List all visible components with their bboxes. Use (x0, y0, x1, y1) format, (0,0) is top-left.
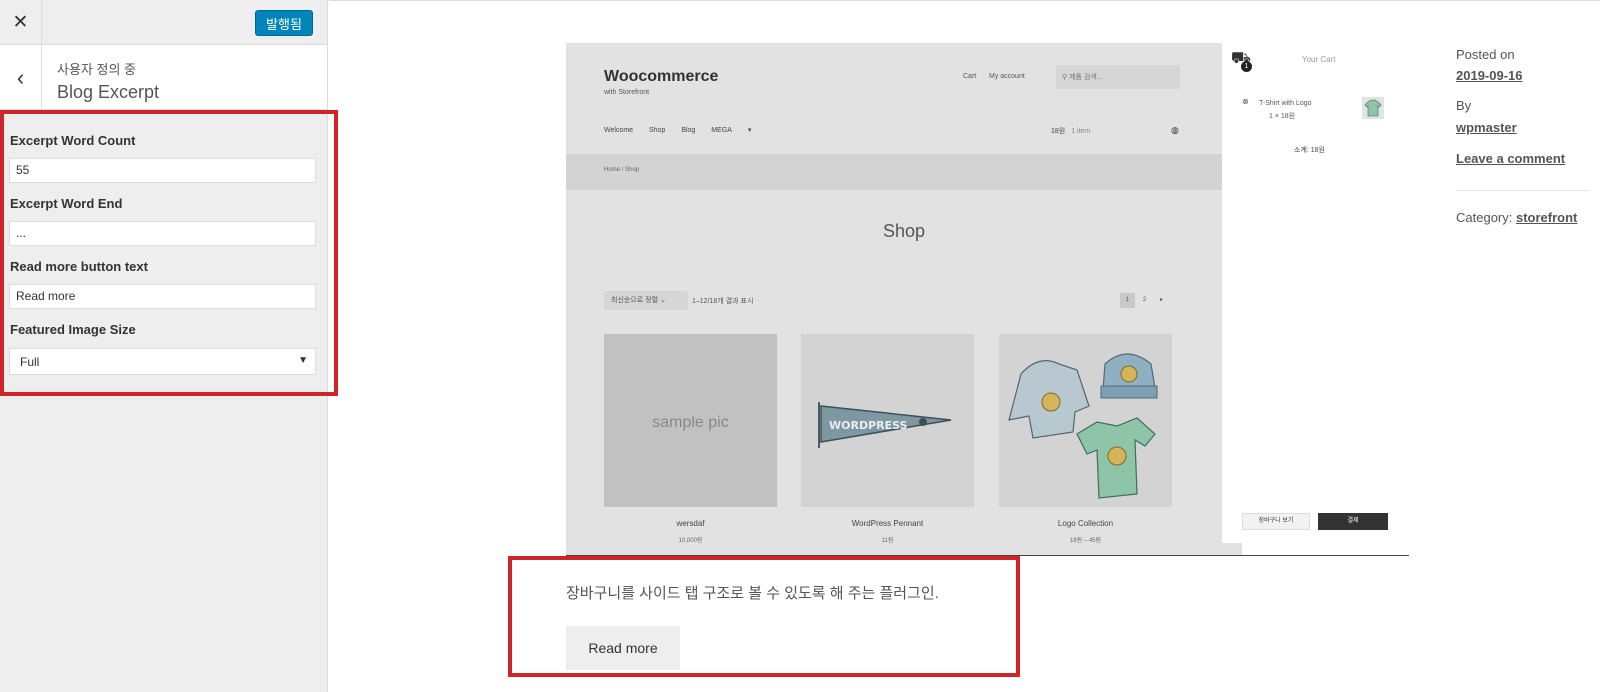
basket-icon: ◍ (1171, 125, 1179, 135)
cart-badge: 1 (1241, 61, 1252, 72)
pennant-illustration: WORDPRESS (818, 402, 952, 448)
publish-button[interactable]: 발행됨 (255, 10, 313, 36)
product-name-wersdaf: wersdaf (676, 519, 705, 528)
page-next: ▸ (1159, 297, 1163, 303)
nav-item-blog: Blog (681, 127, 696, 134)
result-count: 1–12/18개 결과 표시 (692, 298, 754, 305)
tshirt-icon (1364, 99, 1382, 117)
product-price-pennant: 11원 (881, 538, 894, 544)
section-title: Blog Excerpt (57, 82, 160, 102)
product-image-pennant: WORDPRESS (801, 334, 974, 507)
sample-pic-text: sample pic (652, 414, 729, 431)
site-nav: Welcome Shop Blog MEGA ▾ (604, 126, 765, 134)
product-name-pennant: WordPress Pennant (851, 519, 924, 528)
sort-label: 최신순으로 정렬 (611, 297, 659, 304)
remove-item-icon: ⊗ (1242, 97, 1249, 106)
chevron-left-icon[interactable]: ‹ (0, 45, 42, 110)
product-image-logo-collection (999, 334, 1172, 507)
close-icon[interactable]: ✕ (0, 0, 42, 45)
header-link-cart: Cart (963, 73, 977, 80)
category-label: Category: (1456, 210, 1516, 225)
nav-item-welcome: Welcome (604, 127, 634, 134)
product-image-wersdaf: sample pic (604, 334, 777, 507)
site-title: Woocommerce (604, 68, 719, 85)
posted-on-label: Posted on (1456, 47, 1515, 62)
product-price-wersdaf: 10,000원 (678, 538, 703, 544)
category-link[interactable]: storefront (1516, 210, 1577, 225)
header-cart-total: 18원 1 item (1051, 126, 1090, 136)
checkout-button: 결제 (1318, 513, 1388, 530)
by-label: By (1456, 98, 1472, 113)
tshirt-thumbnail (1362, 97, 1384, 119)
preview-top-border (329, 0, 1600, 1)
side-cart-panel: ⛟ 1 Your Cart ⊗ T-Shirt with Logo 1 × 18… (1222, 43, 1394, 543)
cart-total-amount: 18원 (1051, 128, 1066, 135)
logo-collection-illustration (1008, 353, 1158, 499)
breadcrumb-bar: Home / Shop (566, 154, 1242, 190)
customizer-header: ✕ 발행됨 (0, 0, 327, 45)
section-subtitle: 사용자 정의 중 (57, 62, 136, 77)
post-category: Category: storefront (1456, 210, 1577, 225)
nav-item-shop: Shop (649, 127, 666, 134)
side-cart-item: T-Shirt with Logo 1 × 18원 (1259, 97, 1312, 123)
shop-page-title: Shop (882, 221, 926, 241)
meta-divider (1456, 190, 1590, 191)
search-icon: ⚲ (1062, 74, 1068, 81)
cart-item-count: 1 item (1071, 128, 1091, 135)
site-tagline: with Storefront (604, 89, 650, 96)
nav-item-mega: MEGA ▾ (711, 127, 752, 134)
side-cart-title: Your Cart (1302, 55, 1336, 64)
author-link[interactable]: wpmaster (1456, 120, 1517, 135)
view-cart-button: 장바구니 보기 (1242, 513, 1310, 530)
side-cart-item-name: T-Shirt with Logo (1259, 100, 1312, 107)
product-name-logo-collection: Logo Collection (1057, 519, 1114, 528)
pagination: 1 2 ▸ (1120, 293, 1171, 308)
featured-image: Woocommerce with Storefront Cart My acco… (566, 43, 1242, 556)
search-input: ⚲ 제품 검색... (1056, 65, 1180, 89)
search-placeholder: 제품 검색... (1069, 74, 1103, 81)
post-date-link[interactable]: 2019-09-16 (1456, 68, 1523, 83)
page-1: 1 (1120, 293, 1135, 308)
breadcrumb: Home / Shop (604, 167, 640, 173)
page-2: 2 (1142, 297, 1147, 303)
product-price-logo-collection: 18원 – 45원 (1069, 538, 1102, 544)
svg-text:WORDPRESS: WORDPRESS (829, 419, 908, 432)
section-header: ‹ 사용자 정의 중 Blog Excerpt (0, 45, 327, 110)
highlight-box-excerpt (508, 556, 1020, 677)
highlight-box-settings (0, 110, 338, 396)
sort-select: 최신순으로 정렬 ⌄ (604, 291, 688, 310)
side-cart-item-qty: 1 × 18원 (1269, 113, 1296, 120)
side-cart-subtotal: 소계: 18원 (1294, 147, 1325, 154)
header-link-account: My account (989, 73, 1025, 80)
leave-comment-link[interactable]: Leave a comment (1456, 151, 1565, 166)
